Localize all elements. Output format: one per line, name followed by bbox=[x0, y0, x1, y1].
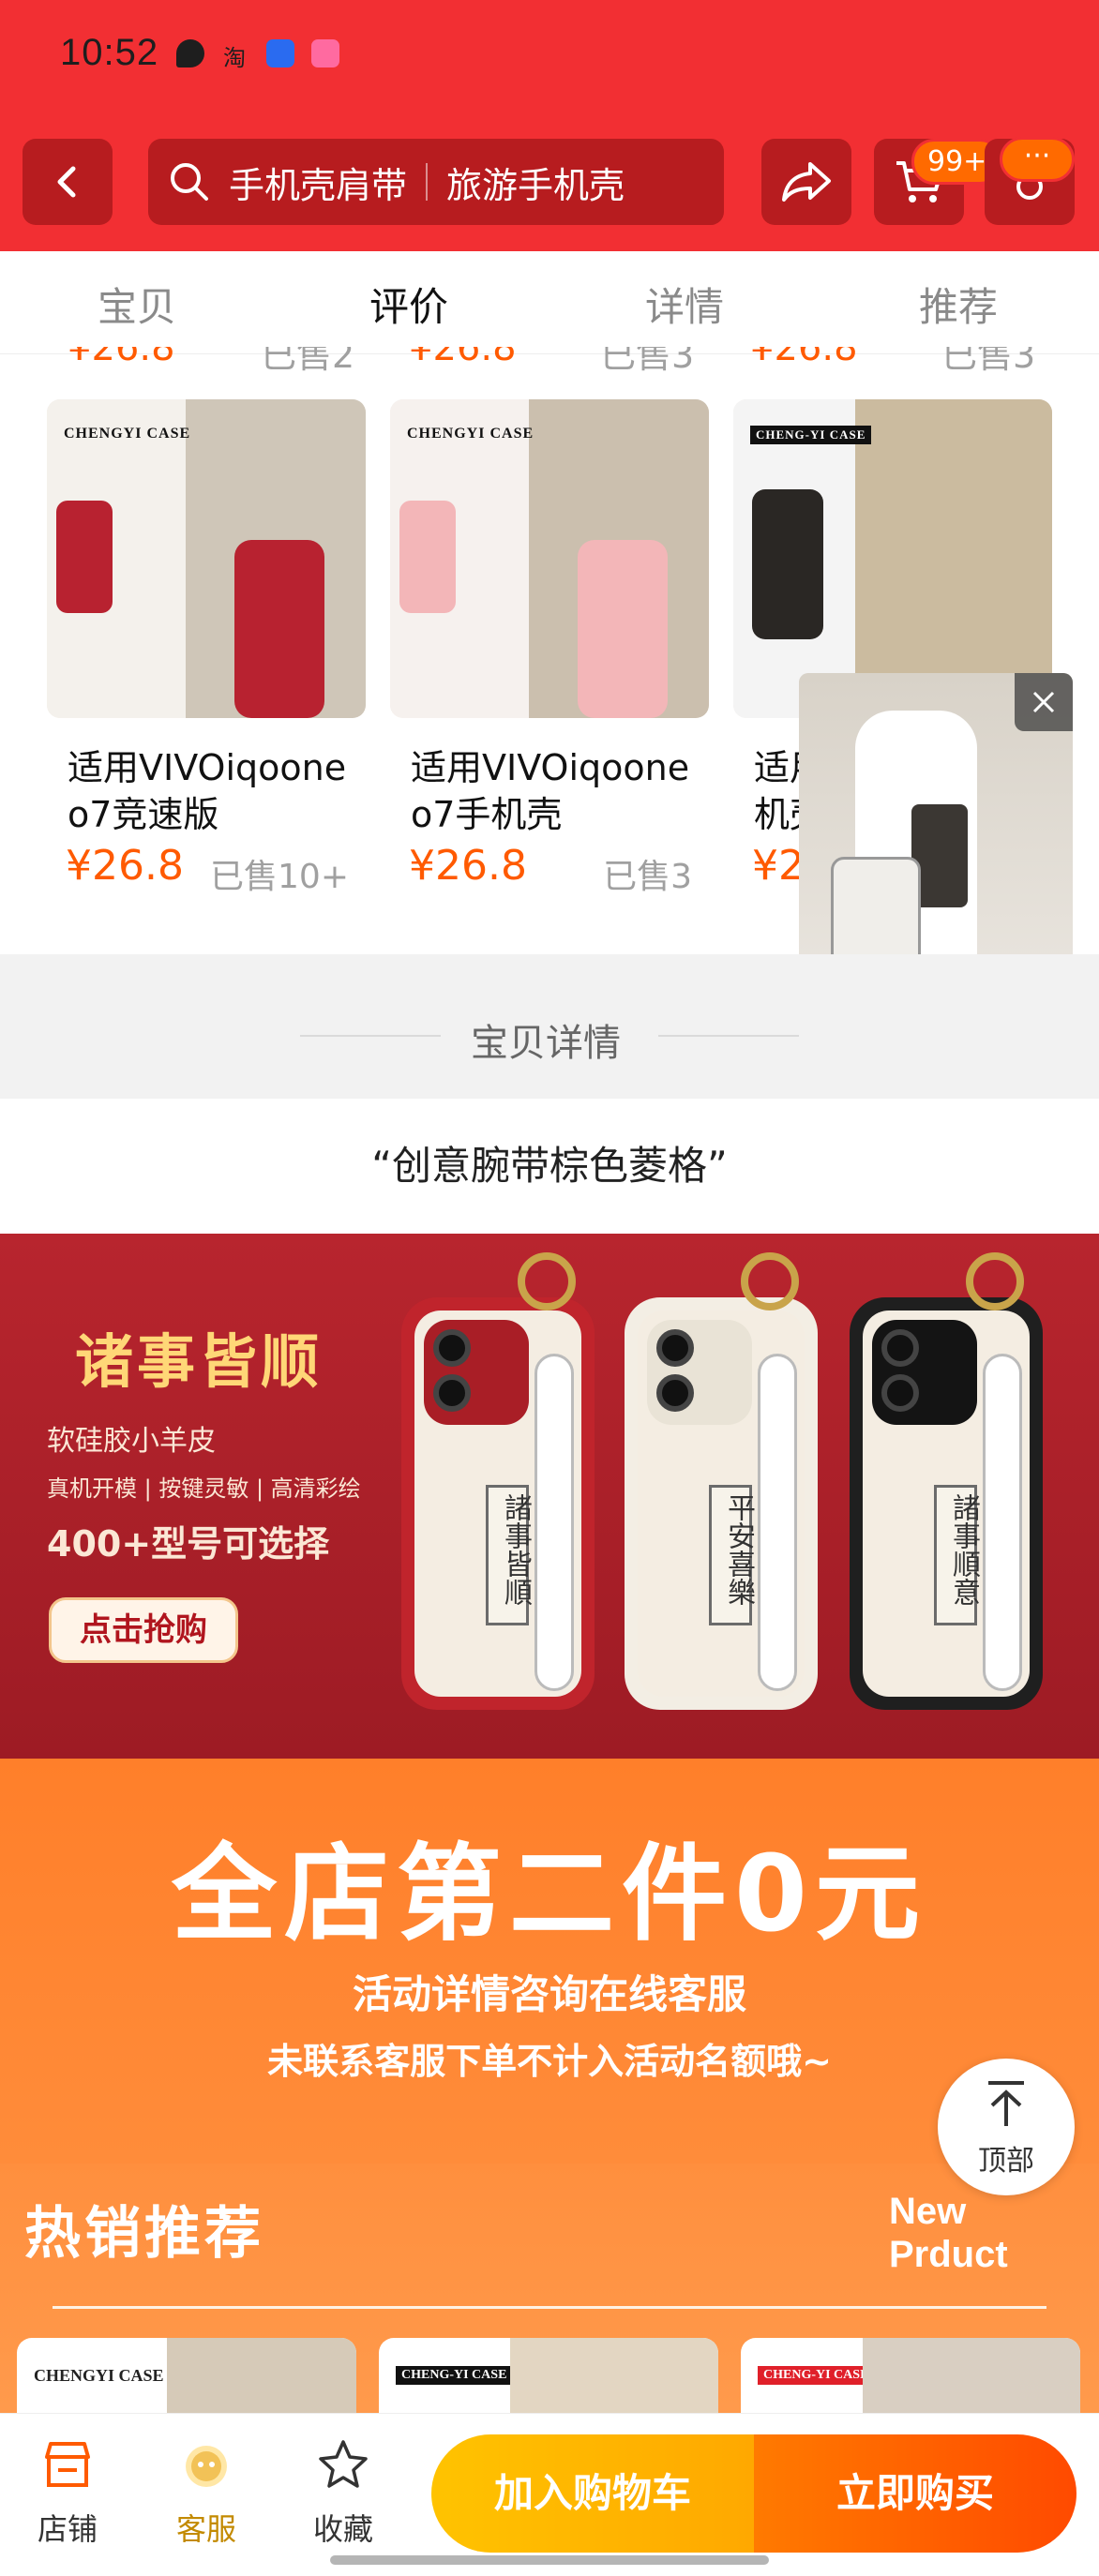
divider bbox=[53, 2306, 1046, 2309]
search-separator bbox=[426, 163, 428, 201]
banner-line: 活动详情咨询在线客服 bbox=[0, 1963, 1099, 2020]
banner-title: 全店第二件0元 bbox=[0, 1809, 1099, 1961]
share-icon bbox=[778, 158, 835, 205]
phone-case-image bbox=[399, 501, 456, 613]
case-text: 平安喜樂 bbox=[712, 1488, 764, 1611]
brand-label: CHENGYI CASE bbox=[407, 426, 534, 442]
product-image[interactable]: CHENGYI CASE bbox=[47, 399, 366, 718]
customer-service-icon bbox=[178, 2436, 234, 2493]
product-title-text: 适用VIVOiqooneo7竞速版 bbox=[68, 744, 366, 838]
brand-label: CHENG-YI CASE bbox=[750, 426, 871, 444]
detail-quote: “创意腕带棕色菱格” bbox=[0, 1099, 1099, 1234]
detail-section-header: 宝贝详情 bbox=[0, 954, 1099, 1099]
product-price: ¥26.8 bbox=[66, 842, 184, 890]
hot-product-card[interactable]: CHENGYI CASE bbox=[17, 2338, 356, 2413]
back-to-top-button[interactable]: 顶部 bbox=[938, 2059, 1075, 2195]
hot-product-card[interactable]: CHENG-YI CASE bbox=[379, 2338, 718, 2413]
tab-review[interactable]: 评价 bbox=[369, 276, 448, 333]
search-term-2[interactable]: 旅游手机壳 bbox=[446, 157, 625, 208]
case-text: 諸事順意 bbox=[937, 1488, 989, 1611]
search-bar[interactable]: 手机壳肩带 旅游手机壳 bbox=[148, 139, 724, 225]
phone-case-white: 平安喜樂 bbox=[625, 1297, 818, 1710]
product-header: 手机壳肩带 旅游手机壳 99+ ··· bbox=[0, 133, 1099, 234]
arrow-up-icon bbox=[985, 2079, 1028, 2128]
case-text: 諸事皆順 bbox=[489, 1488, 541, 1611]
customer-service-label: 客服 bbox=[150, 2506, 263, 2549]
message-icon bbox=[176, 39, 204, 67]
product-price-row: ¥26.8 已售3 bbox=[390, 842, 709, 907]
taobao-icon: 淘 bbox=[223, 39, 251, 67]
product-price: ¥2 bbox=[752, 842, 805, 890]
chevron-left-icon bbox=[49, 163, 86, 201]
app-notification-icon-2 bbox=[311, 39, 339, 67]
share-button[interactable] bbox=[761, 139, 851, 225]
product-price-row: ¥26.8 已售10+ bbox=[47, 842, 366, 907]
tab-item[interactable]: 宝贝 bbox=[98, 276, 176, 333]
promo-banner-zhushijieshun[interactable]: 诸事皆顺 软硅胶小羊皮 真机开模 | 按键灵敏 | 高清彩绘 400+型号可选择… bbox=[0, 1234, 1099, 1759]
add-to-cart-button[interactable]: 加入购物车 bbox=[431, 2434, 754, 2553]
detail-section-title: 宝贝详情 bbox=[471, 1012, 621, 1067]
store-button[interactable]: 店铺 bbox=[11, 2436, 124, 2549]
hot-recommend-section: 热销推荐 New Prduct CHENGYI CASE CHENG-YI CA… bbox=[0, 2164, 1099, 2413]
bottom-action-bar: 店铺 客服 收藏 加入购物车 立即购买 bbox=[0, 2413, 1099, 2576]
product-image[interactable]: CHENGYI CASE bbox=[390, 399, 709, 718]
banner-line: 软硅胶小羊皮 bbox=[47, 1417, 216, 1459]
app-notification-icon bbox=[266, 39, 294, 67]
search-term-1[interactable]: 手机壳肩带 bbox=[229, 157, 407, 208]
store-icon bbox=[39, 2436, 96, 2493]
store-label: 店铺 bbox=[11, 2506, 124, 2549]
product-sold: 已售3 bbox=[603, 849, 692, 898]
divider bbox=[300, 1035, 441, 1037]
close-icon bbox=[1030, 688, 1058, 716]
more-badge: ··· bbox=[1000, 137, 1075, 182]
phone-case-image bbox=[234, 540, 324, 718]
banner-title: 诸事皆顺 bbox=[75, 1314, 323, 1399]
home-indicator[interactable] bbox=[330, 2555, 769, 2565]
phone-case-image bbox=[752, 489, 823, 639]
product-title: 适用VIVOiqooneo7竞速版 bbox=[47, 744, 366, 838]
phone-case-image bbox=[56, 501, 113, 613]
product-image[interactable]: CHENG-YI CASE bbox=[733, 399, 1052, 718]
tab-recommend[interactable]: 推荐 bbox=[919, 276, 998, 333]
status-time: 10:52 bbox=[60, 32, 158, 74]
status-bar: 10:52 淘 bbox=[0, 0, 1099, 112]
hot-title: 热销推荐 bbox=[24, 2188, 264, 2269]
brand-label: CHENGYI CASE bbox=[64, 426, 190, 442]
product-price: ¥26.8 bbox=[409, 842, 527, 890]
new-product-label: New Prduct bbox=[889, 2190, 1008, 2276]
phone-case-image bbox=[578, 540, 668, 718]
back-to-top-label: 顶部 bbox=[938, 2137, 1075, 2179]
favorite-button[interactable]: 收藏 bbox=[287, 2436, 399, 2549]
product-card[interactable]: CHENGYI CASE 适用VIVOiqooneo7手机壳 ¥26.8 已售3 bbox=[390, 399, 709, 907]
tab-detail[interactable]: 详情 bbox=[645, 276, 724, 333]
close-video-button[interactable] bbox=[1015, 673, 1073, 731]
customer-service-button[interactable]: 客服 bbox=[150, 2436, 263, 2549]
product-title-text: 适用VIVOiqooneo7手机壳 bbox=[411, 744, 709, 838]
product-title: 适用VIVOiqooneo7手机壳 bbox=[390, 744, 709, 838]
search-icon bbox=[167, 159, 212, 204]
brand-label: CHENG-YI CASE bbox=[396, 2366, 512, 2385]
phone-case-red: 諸事皆順 bbox=[401, 1297, 595, 1710]
banner-line: 400+型号可选择 bbox=[47, 1515, 329, 1566]
banner-line: 真机开模 | 按键灵敏 | 高清彩绘 bbox=[47, 1470, 361, 1503]
buy-now-banner-button[interactable]: 点击抢购 bbox=[49, 1597, 238, 1663]
brand-label: CHENGYI CASE bbox=[34, 2366, 164, 2386]
product-sold: 已售10+ bbox=[210, 849, 349, 898]
promo-banner-second-free: 全店第二件0元 活动详情咨询在线客服 未联系客服下单不计入活动名额哦~ bbox=[0, 1759, 1099, 2164]
back-button[interactable] bbox=[23, 139, 113, 225]
product-tabs: 宝贝 评价 详情 推荐 bbox=[0, 251, 1099, 354]
favorite-label: 收藏 bbox=[287, 2506, 399, 2549]
hot-product-card[interactable]: CHENG-YI CASE bbox=[741, 2338, 1080, 2413]
banner-line: 未联系客服下单不计入活动名额哦~ bbox=[0, 2032, 1099, 2084]
star-icon bbox=[315, 2436, 371, 2493]
brand-label: CHENG-YI CASE bbox=[758, 2366, 874, 2385]
product-card[interactable]: CHENGYI CASE 适用VIVOiqooneo7竞速版 ¥26.8 已售1… bbox=[47, 399, 366, 907]
divider bbox=[658, 1035, 799, 1037]
phone-case-black: 諸事順意 bbox=[850, 1297, 1043, 1710]
buy-now-button[interactable]: 立即购买 bbox=[754, 2434, 1076, 2553]
